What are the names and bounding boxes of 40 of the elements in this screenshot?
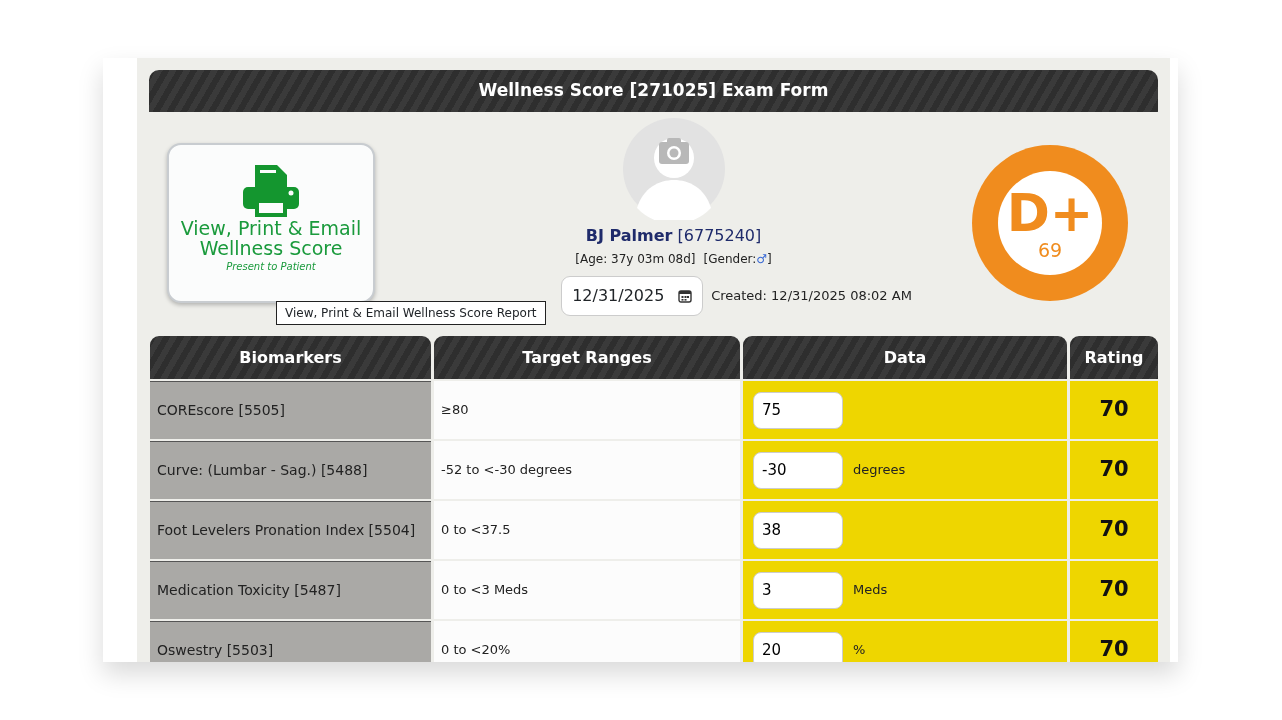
calendar-icon[interactable] [678, 289, 693, 303]
patient-age: [Age: 37y 03m 08d] [575, 251, 696, 268]
table-cell: Curve: (Lumbar - Sag.) [5488] [150, 441, 431, 499]
unit-label: % [853, 641, 866, 660]
rating-cell: 70 [1070, 441, 1158, 499]
rating-cell: 70 [1070, 381, 1158, 439]
column-header: Biomarkers [150, 336, 431, 379]
value-input[interactable]: 3 [753, 571, 843, 609]
report-button[interactable]: View, Print & Email Wellness Score Present to Patient [167, 143, 375, 303]
value-input[interactable]: 20 [753, 631, 843, 662]
table-cell: Medication Toxicity [5487] [150, 561, 431, 619]
rating-cell: 70 [1070, 621, 1158, 662]
table-cell: -52 to <-30 degrees [434, 441, 740, 499]
rating-cell: 70 [1070, 561, 1158, 619]
form-title: Wellness Score [271025] Exam Form [149, 70, 1158, 112]
column-header: Data [743, 336, 1067, 379]
value-input[interactable]: -30 [753, 451, 843, 489]
unit-label: Meds [853, 581, 888, 600]
printer-icon [241, 163, 301, 219]
date-field[interactable]: 12/31/2025 [561, 276, 704, 316]
patient-gender: [Gender:♂] [703, 251, 772, 268]
table-cell: ≥80 [434, 381, 740, 439]
patient-name: BJ Palmer [585, 226, 673, 245]
tooltip: View, Print & Email Wellness Score Report [276, 301, 546, 325]
table-cell: Oswestry [5503] [150, 621, 431, 662]
table-cell: COREscore [5505] [150, 381, 431, 439]
rating-cell: 70 [1070, 501, 1158, 559]
grade-letter: D+ [1006, 186, 1094, 239]
table-cell: Foot Levelers Pronation Index [5504] [150, 501, 431, 559]
created-timestamp: Created: 12/31/2025 08:02 AM [711, 287, 912, 306]
unit-label: degrees [853, 461, 906, 480]
value-input[interactable]: 75 [753, 391, 843, 429]
column-header: Target Ranges [434, 336, 740, 379]
patient-id: [6775240] [677, 226, 762, 245]
table-cell: 0 to <3 Meds [434, 561, 740, 619]
table-cell: 0 to <37.5 [434, 501, 740, 559]
column-header: Rating [1070, 336, 1158, 379]
table-cell: 0 to <20% [434, 621, 740, 662]
value-input[interactable]: 38 [753, 511, 843, 549]
grade-score: 69 [1037, 240, 1063, 260]
